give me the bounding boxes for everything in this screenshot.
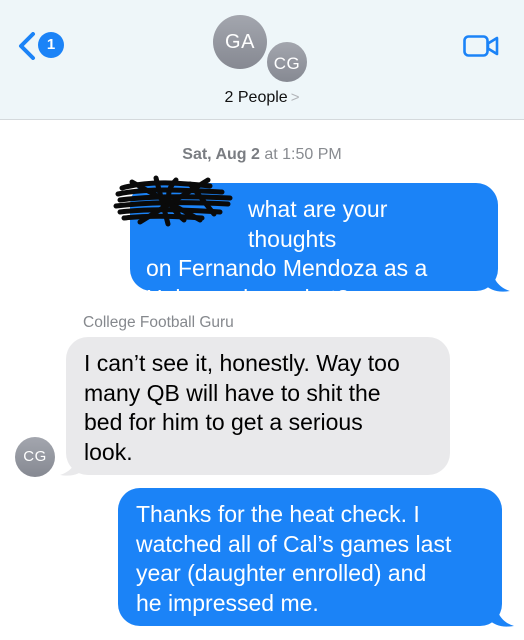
message-line: on Fernando Mendoza as a bbox=[146, 255, 428, 281]
avatar-cg[interactable]: CG bbox=[265, 40, 309, 84]
back-button[interactable]: 1 bbox=[18, 28, 70, 62]
message-bubble-outgoing[interactable]: Thanks for the heat check. I watched all… bbox=[118, 488, 502, 626]
group-title: 2 People bbox=[224, 89, 288, 106]
message-line: many QB will have to shit the bbox=[84, 379, 381, 406]
message-line: watched all of Cal’s games last bbox=[136, 530, 452, 557]
message-line: look. bbox=[84, 438, 133, 465]
message-bubble-incoming[interactable]: I can’t see it, honestly. Way too many Q… bbox=[66, 337, 450, 475]
message-timestamp: Sat, Aug 2 at 1:50 PM bbox=[0, 146, 524, 164]
video-camera-icon[interactable] bbox=[463, 34, 499, 58]
message-line: year (daughter enrolled) and bbox=[136, 560, 427, 586]
message-line: Thanks for the heat check. I bbox=[136, 501, 420, 527]
timestamp-day: Sat, Aug 2 bbox=[182, 146, 260, 163]
timestamp-time: at 1:50 PM bbox=[259, 146, 342, 163]
unread-badge: 1 bbox=[38, 32, 64, 58]
group-info-button[interactable]: 2 People > bbox=[0, 89, 524, 107]
redaction-scribble bbox=[113, 175, 233, 227]
sender-avatar[interactable]: CG bbox=[15, 437, 55, 477]
message-line: Heisman long shot? bbox=[146, 284, 350, 311]
avatar-ga[interactable]: GA bbox=[213, 15, 267, 69]
message-line: he impressed me. bbox=[136, 589, 319, 616]
message-line: bed for him to get a serious bbox=[84, 409, 363, 435]
sender-name: College Football Guru bbox=[83, 314, 234, 331]
message-line: I can’t see it, honestly. Way too bbox=[84, 350, 400, 376]
chevron-left-icon bbox=[19, 32, 35, 60]
conversation-header: 1 GA CG 2 People > bbox=[0, 0, 524, 120]
chevron-right-icon: > bbox=[290, 89, 300, 106]
